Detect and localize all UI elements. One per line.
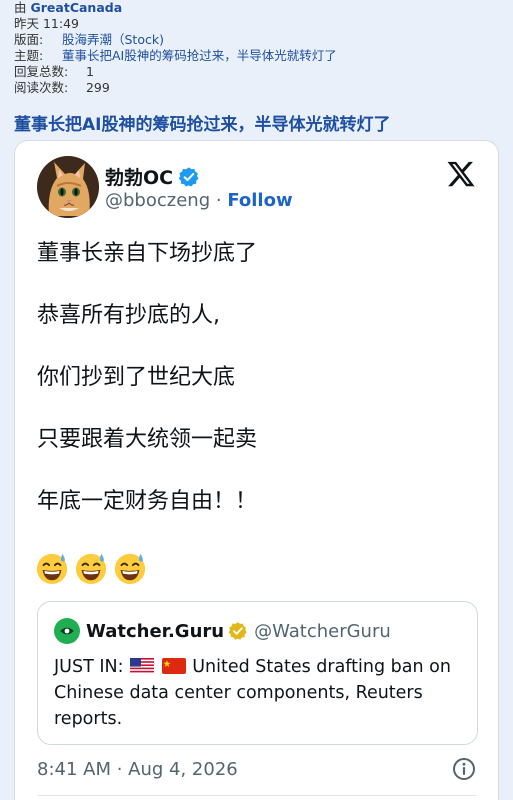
subject-link[interactable]: 董事长把AI股神的筹码抢过来，半导体光就转灯了: [62, 48, 337, 63]
subject-row: 主题: 董事长把AI股神的筹码抢过来，半导体光就转灯了: [14, 48, 337, 64]
gold-verified-badge-icon: [228, 622, 247, 640]
quoted-tweet[interactable]: Watcher.Guru @WatcherGuru JUST IN: Unite…: [37, 601, 478, 745]
topic-title: 董事长把AI股神的筹码抢过来，半导体光就转灯了: [14, 115, 391, 135]
us-flag-icon: [130, 658, 155, 674]
tweet-line: 你们抄到了世纪大底: [37, 365, 236, 390]
board-label: 版面:: [14, 32, 44, 47]
views-label: 阅读次数:: [14, 80, 69, 95]
author-row: 由 GreatCanada: [14, 0, 337, 16]
replies-label: 回复总数:: [14, 64, 69, 79]
x-logo-icon[interactable]: [446, 159, 476, 189]
views-count: 299: [85, 80, 110, 95]
follow-button[interactable]: Follow: [227, 190, 292, 211]
quote-handle[interactable]: @WatcherGuru: [254, 621, 391, 642]
tweet-handle[interactable]: @bboczeng: [105, 190, 210, 211]
cat-avatar-image: [37, 156, 99, 218]
grinning-sweat-emoji: [114, 553, 146, 585]
author-name-row: 勃勃OC: [105, 163, 200, 190]
handle-separator: ·: [215, 190, 222, 211]
quote-author-name[interactable]: Watcher.Guru: [86, 621, 224, 642]
replies-row: 回复总数: 1: [14, 64, 337, 80]
board-link[interactable]: 股海弄潮（Stock): [62, 32, 164, 47]
views-row: 阅读次数: 299: [14, 80, 337, 96]
grinning-sweat-emoji: [36, 553, 68, 585]
tweet-timestamp[interactable]: 8:41 AM · Aug 4, 2026: [37, 759, 238, 780]
emoji-row: [35, 551, 147, 585]
divider: [37, 795, 476, 796]
quote-text-prefix: JUST IN:: [54, 657, 124, 677]
eye-logo-icon: [60, 627, 74, 635]
post-meta: 由 GreatCanada 昨天 11:49 版面: 股海弄潮（Stock) 主…: [14, 0, 337, 96]
quote-header: Watcher.Guru @WatcherGuru: [54, 618, 391, 644]
handle-row: @bboczeng · Follow: [105, 190, 293, 211]
tweet-line: 恭喜所有抄底的人,: [37, 303, 220, 328]
grinning-sweat-emoji: [75, 553, 107, 585]
quote-avatar[interactable]: [54, 618, 80, 644]
board-row: 版面: 股海弄潮（Stock): [14, 32, 337, 48]
tweet-line: 只要跟着大统领一起卖: [37, 427, 258, 452]
verified-badge-icon: [178, 166, 199, 187]
tweet-line: 年底一定财务自由！！: [37, 489, 258, 514]
subject-label: 主题:: [14, 48, 44, 63]
info-icon[interactable]: [452, 757, 476, 781]
author-prefix: 由: [14, 0, 27, 15]
author-link[interactable]: GreatCanada: [31, 0, 123, 15]
tweet-author-name[interactable]: 勃勃OC: [105, 163, 173, 190]
china-flag-icon: [161, 658, 186, 674]
replies-count: 1: [85, 64, 94, 79]
quote-text: JUST IN: United States drafting ban on C…: [54, 654, 474, 732]
embedded-tweet[interactable]: 勃勃OC @bboczeng · Follow 董事长亲自下场抄底了 恭喜所有抄…: [14, 140, 499, 800]
tweet-line: 董事长亲自下场抄底了: [37, 241, 258, 266]
post-time: 昨天 11:49: [14, 16, 79, 31]
avatar[interactable]: [37, 156, 99, 218]
